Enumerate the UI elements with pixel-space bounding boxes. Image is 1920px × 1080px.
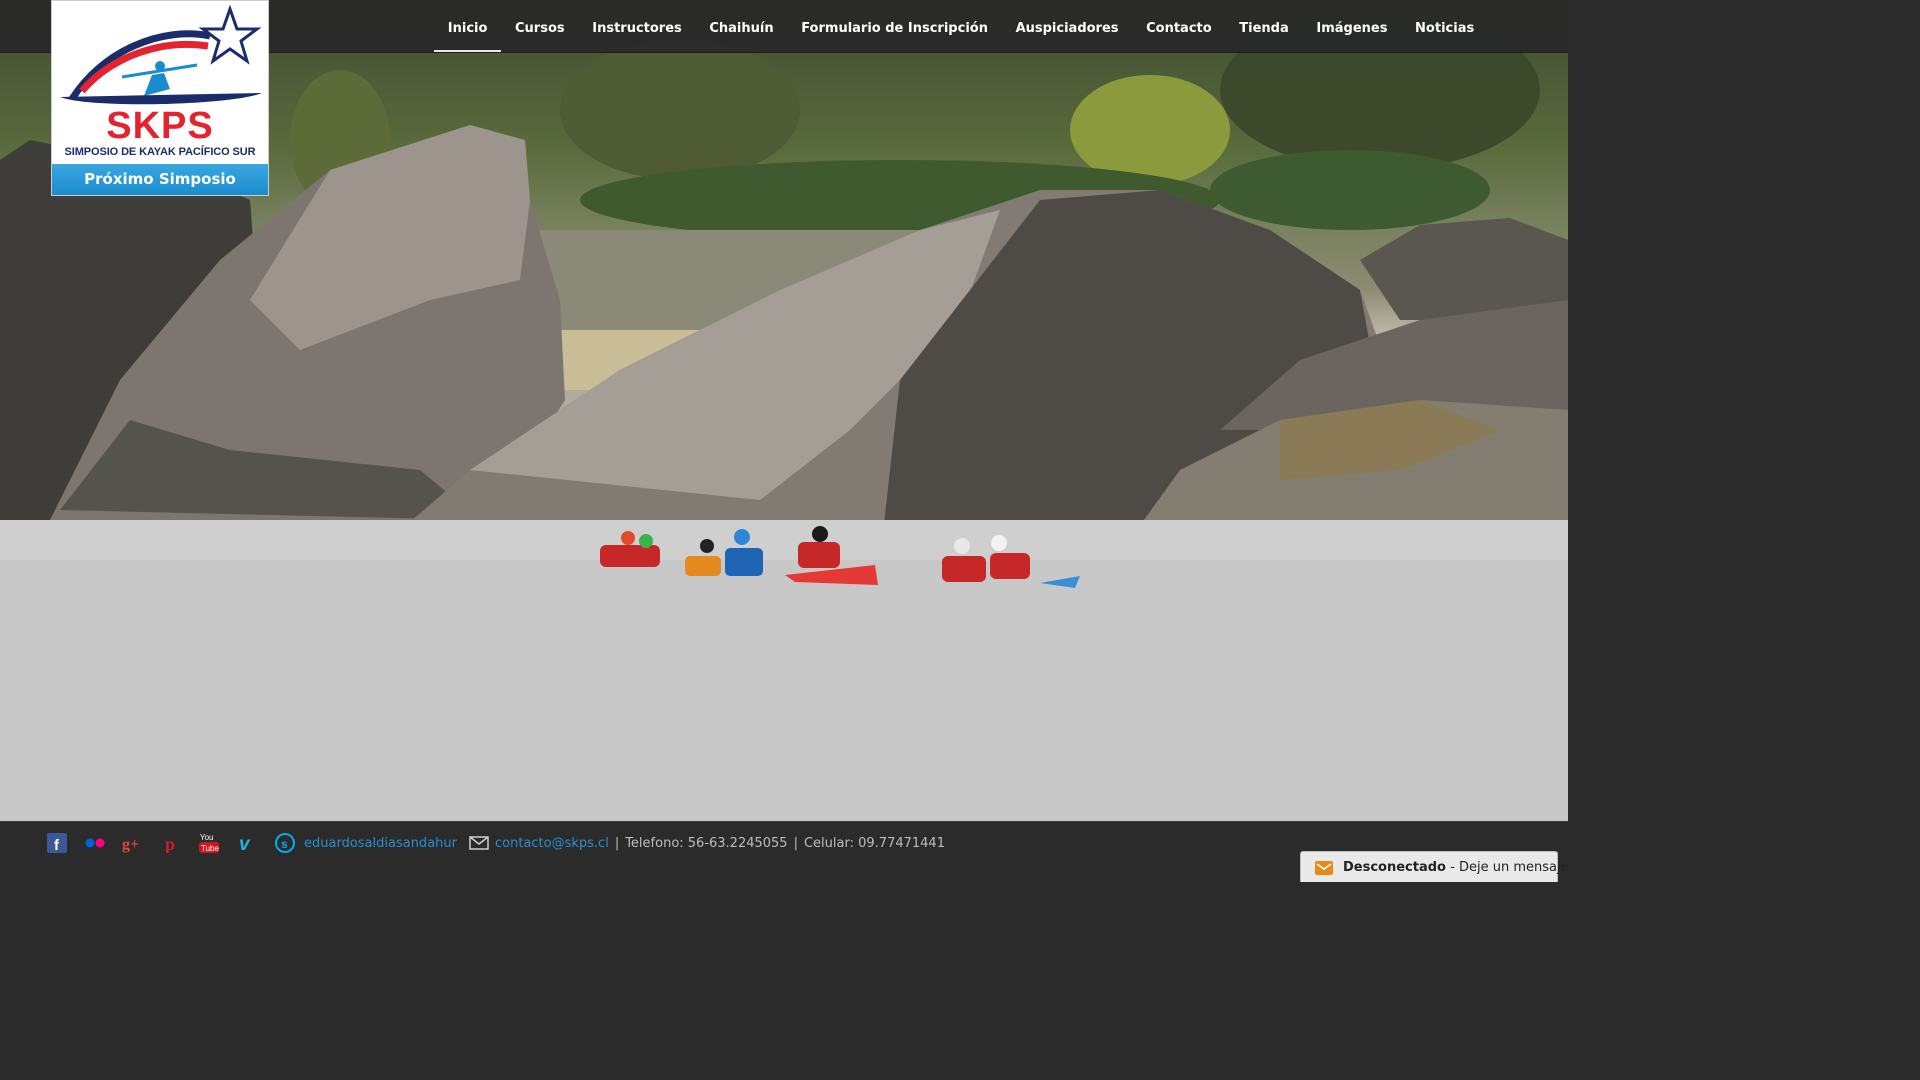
nav-item-noticias[interactable]: Noticias (1401, 0, 1488, 52)
envelope-icon (1315, 860, 1333, 875)
mobile-text: Celular: 09.77471441 (803, 835, 945, 851)
footer-contact-text: eduardosaldiasandahur contacto@skps.cl |… (304, 836, 945, 851)
chat-dash: - (1450, 859, 1455, 875)
facebook-icon[interactable]: f (46, 832, 68, 854)
footer-contact-row: f g+ p You Tube v s eduardosaldiasandahur… (46, 832, 945, 854)
nav-item-tienda[interactable]: Tienda (1225, 0, 1302, 52)
svg-text:s: s (281, 837, 288, 851)
svg-text:Tube: Tube (201, 844, 219, 853)
pinterest-icon[interactable]: p (160, 832, 182, 854)
svg-text:g+: g+ (122, 836, 139, 853)
nav-item-cursos[interactable]: Cursos (501, 0, 578, 52)
svg-text:v: v (239, 834, 251, 853)
nav-item-inicio[interactable]: Inicio (433, 0, 502, 52)
nav-item-formulario[interactable]: Formulario de Inscripción (787, 0, 1001, 52)
separator: | (614, 835, 620, 851)
nav-item-auspiciadores[interactable]: Auspiciadores (1002, 0, 1133, 52)
youtube-icon[interactable]: You Tube (198, 832, 220, 854)
nav-item-contacto[interactable]: Contacto (1132, 0, 1225, 52)
main-menu: Inicio Cursos Instructores Chaihuín Form… (433, 0, 1488, 52)
skype-username-link[interactable]: eduardosaldiasandahur (304, 836, 457, 851)
nav-item-chaihuin[interactable]: Chaihuín (696, 0, 788, 52)
flickr-icon[interactable] (84, 832, 106, 854)
live-chat-tab[interactable]: Desconectado - Deje un mensaje (1300, 851, 1569, 882)
vimeo-icon[interactable]: v (236, 832, 258, 854)
chat-status: Desconectado (1343, 859, 1446, 875)
chat-message: Deje un mensaje (1458, 859, 1569, 875)
nav-item-imagenes[interactable]: Imágenes (1303, 0, 1402, 52)
chat-label: Desconectado - Deje un mensaje (1343, 860, 1569, 875)
google-plus-icon[interactable]: g+ (122, 832, 144, 854)
svg-text:p: p (165, 834, 175, 853)
logo-wordmark: SKPS (106, 105, 214, 147)
svg-text:You: You (200, 833, 214, 842)
logo-caption: SIMPOSIO DE KAYAK PACÍFICO SUR (64, 146, 256, 158)
site-logo[interactable]: SKPS SIMPOSIO DE KAYAK PACÍFICO SUR Próx… (51, 0, 269, 196)
separator: | (793, 835, 798, 851)
mail-icon (469, 836, 489, 850)
proximo-simposio-button[interactable]: Próximo Simposio (52, 164, 268, 195)
phone-text: Telefono: 56-63.2245055 (625, 835, 788, 851)
email-link[interactable]: contacto@skps.cl (495, 836, 609, 851)
skype-icon[interactable]: s (274, 832, 296, 854)
nav-item-instructores[interactable]: Instructores (578, 0, 695, 52)
